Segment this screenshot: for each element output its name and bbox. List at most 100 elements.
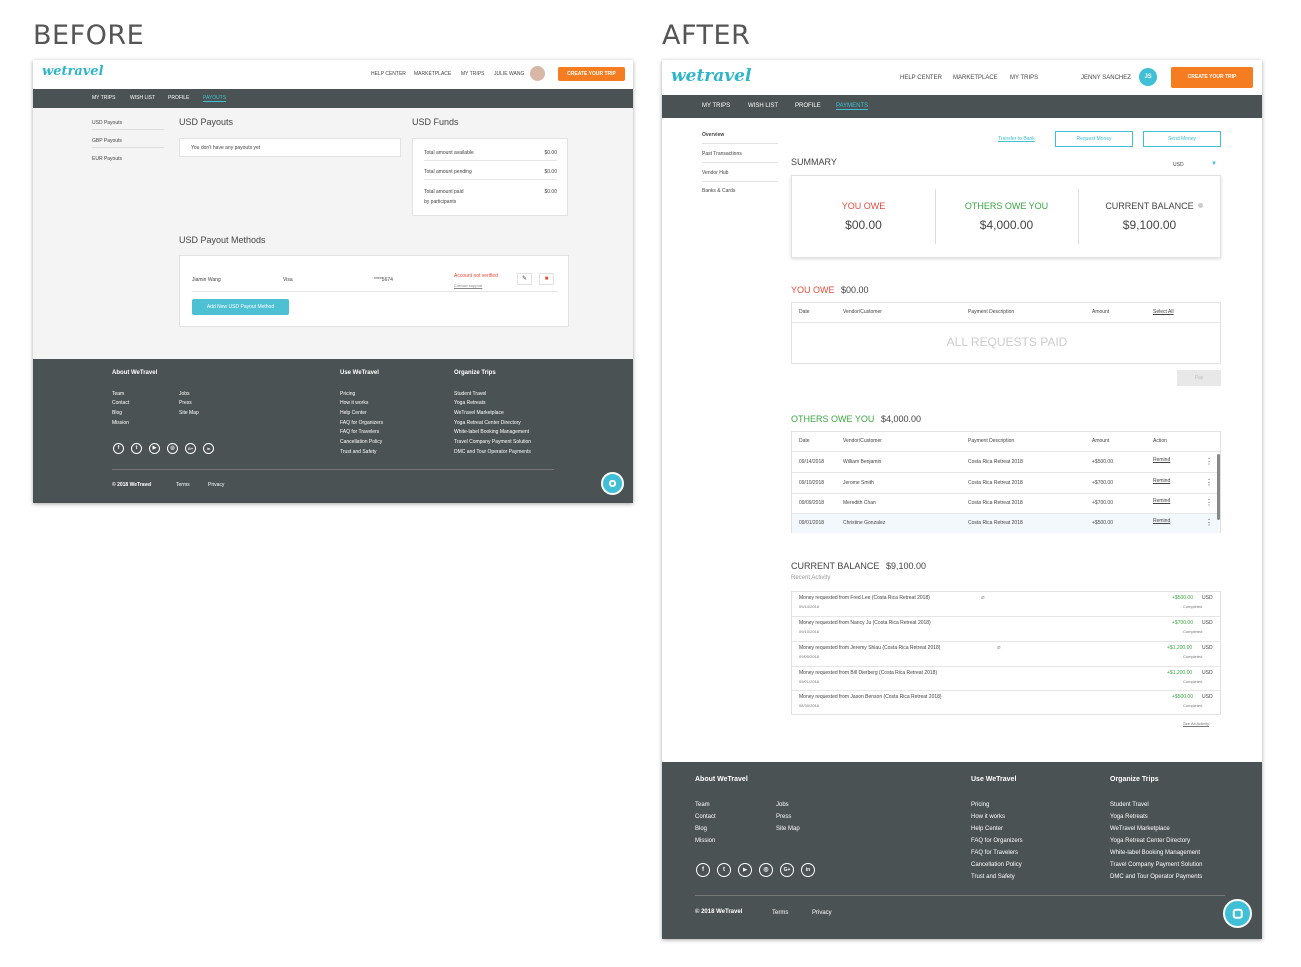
contact-support-link[interactable]: Contact support [454, 283, 482, 288]
select-all-link[interactable]: Select All [1153, 309, 1174, 315]
footer-link[interactable]: FAQ for Travelers [340, 429, 379, 435]
currency-select[interactable]: USD [1173, 162, 1184, 168]
create-trip-button[interactable]: CREATE YOUR TRIP [1171, 67, 1253, 88]
remind-link[interactable]: Remind [1153, 518, 1170, 524]
footer-link[interactable]: FAQ for Organizers [971, 838, 1023, 844]
tab-wish-list[interactable]: WISH LIST [130, 95, 155, 101]
nav-user-name[interactable]: JULIE WANG [494, 71, 524, 77]
request-money-button[interactable]: Request Money [1055, 131, 1133, 147]
list-item[interactable]: Money requested from Jason Benson (Costa… [792, 691, 1220, 715]
footer-link[interactable]: FAQ for Travelers [971, 850, 1018, 856]
footer-link[interactable]: DMC and Tour Operator Payments [454, 449, 531, 455]
remind-link[interactable]: Remind [1153, 478, 1170, 484]
remind-link[interactable]: Remind [1153, 498, 1170, 504]
footer-link[interactable]: How it works [971, 814, 1005, 820]
nav-marketplace[interactable]: MARKETPLACE [953, 75, 998, 81]
footer-link[interactable]: Blog [695, 826, 707, 832]
nav-marketplace[interactable]: MARKETPLACE [414, 71, 451, 77]
footer-link[interactable]: Pricing [340, 391, 355, 397]
footer-link[interactable]: Help Center [971, 826, 1003, 832]
twitter-icon[interactable]: t [717, 863, 731, 877]
logo[interactable]: wetravel [42, 64, 104, 79]
youtube-icon[interactable]: ▶ [738, 863, 752, 877]
table-row[interactable]: 09/10/2018 Jerome Smith Costa Rica Retre… [792, 473, 1220, 493]
youtube-icon[interactable]: ▶ [149, 443, 160, 454]
footer-link[interactable]: FAQ for Organizers [340, 420, 383, 426]
table-row[interactable]: 09/14/2018 William Benjamin Costa Rica R… [792, 452, 1220, 472]
tab-profile[interactable]: PROFILE [168, 95, 189, 101]
footer-link[interactable]: DMC and Tour Operator Payments [1110, 874, 1202, 880]
footer-link[interactable]: Trust and Safety [340, 449, 377, 455]
footer-link[interactable]: Site Map [179, 410, 199, 416]
scrollbar[interactable] [1217, 454, 1220, 520]
privacy-link[interactable]: Privacy [208, 482, 224, 488]
footer-link[interactable]: Yoga Retreat Center Directory [454, 420, 521, 426]
facebook-icon[interactable]: f [113, 443, 124, 454]
nav-my-trips[interactable]: MY TRIPS [461, 71, 484, 77]
footer-link[interactable]: Contact [695, 814, 716, 820]
nav-user-name[interactable]: JENNY SANCHEZ [1081, 75, 1131, 81]
facebook-icon[interactable]: f [696, 863, 710, 877]
transfer-to-bank-link[interactable]: Transfer to Bank [998, 136, 1035, 142]
google-plus-icon[interactable]: G+ [780, 863, 794, 877]
list-item[interactable]: Money requested from Nancy Ju (Costa Ric… [792, 617, 1220, 641]
sidebar-vendor-hub[interactable]: Vendor Hub [702, 170, 728, 176]
footer-link[interactable]: Blog [112, 410, 122, 416]
more-options-icon[interactable]: ⋮ [1205, 498, 1213, 507]
twitter-icon[interactable]: t [131, 443, 142, 454]
more-options-icon[interactable]: ⋮ [1205, 478, 1213, 487]
more-options-icon[interactable]: ⋮ [1205, 518, 1213, 527]
send-money-button[interactable]: Send Money [1143, 131, 1221, 147]
list-item[interactable]: Money requested from Fred Lee (Costa Ric… [792, 592, 1220, 616]
tab-my-trips[interactable]: MY TRIPS [92, 95, 115, 101]
sidebar-banks-cards[interactable]: Banks & Cards [702, 188, 735, 194]
delete-icon[interactable]: ■ [539, 273, 554, 285]
footer-link[interactable]: White-label Booking Management [1110, 850, 1200, 856]
paperclip-icon[interactable]: ⌀ [997, 644, 1001, 651]
sidebar-overview[interactable]: Overview [702, 132, 724, 138]
edit-icon[interactable]: ✎ [517, 273, 532, 285]
terms-link[interactable]: Terms [176, 482, 190, 488]
table-row[interactable]: 09/09/2018 Meredith Chan Costa Rica Retr… [792, 493, 1220, 513]
sidebar-usd[interactable]: USD Payouts [92, 120, 122, 126]
logo[interactable]: wetravel [671, 66, 751, 86]
create-trip-button[interactable]: CREATE YOUR TRIP [558, 67, 625, 81]
footer-link[interactable]: Jobs [776, 802, 789, 808]
footer-link[interactable]: Team [112, 391, 124, 397]
footer-link[interactable]: Mission [112, 420, 129, 426]
nav-my-trips[interactable]: MY TRIPS [1010, 75, 1038, 81]
nav-help-center[interactable]: HELP CENTER [371, 71, 406, 77]
sidebar-eur[interactable]: EUR Payouts [92, 156, 122, 162]
footer-link[interactable]: How it works [340, 400, 368, 406]
avatar[interactable]: JS [1139, 68, 1157, 86]
footer-link[interactable]: Travel Company Payment Solution [454, 439, 531, 445]
tab-payments[interactable]: PAYMENTS [836, 103, 869, 110]
footer-link[interactable]: Team [695, 802, 710, 808]
sidebar-past-transactions[interactable]: Past Transactions [702, 151, 742, 157]
footer-link[interactable]: Yoga Retreat Center Directory [1110, 838, 1190, 844]
footer-link[interactable]: Trust and Safety [971, 874, 1015, 880]
tab-payouts[interactable]: PAYOUTS [203, 95, 227, 102]
sidebar-gbp[interactable]: GBP Payouts [92, 138, 122, 144]
chat-icon[interactable] [1223, 899, 1252, 928]
remind-link[interactable]: Remind [1153, 457, 1170, 463]
linkedin-icon[interactable]: in [203, 443, 214, 454]
footer-link[interactable]: Press [776, 814, 791, 820]
google-plus-icon[interactable]: G+ [185, 443, 196, 454]
instagram-icon[interactable]: ◎ [167, 443, 178, 454]
list-item[interactable]: Money requested from Bill Dierberg (Cost… [792, 667, 1220, 691]
footer-link[interactable]: Travel Company Payment Solution [1110, 862, 1203, 868]
footer-link[interactable]: WeTravel Marketplace [1110, 826, 1170, 832]
more-options-icon[interactable]: ⋮ [1205, 457, 1213, 466]
paperclip-icon[interactable]: ⌀ [981, 594, 985, 601]
footer-link[interactable]: Jobs [179, 391, 190, 397]
footer-link[interactable]: Site Map [776, 826, 800, 832]
chat-icon[interactable] [601, 472, 624, 495]
footer-link[interactable]: Mission [695, 838, 715, 844]
tab-wish-list[interactable]: WISH LIST [748, 103, 778, 109]
see-all-activity-link[interactable]: See All Activity [1183, 721, 1209, 726]
linkedin-icon[interactable]: in [801, 863, 815, 877]
chevron-down-icon[interactable]: ▼ [1211, 161, 1217, 167]
footer-link[interactable]: Contact [112, 400, 129, 406]
avatar[interactable] [530, 66, 545, 81]
